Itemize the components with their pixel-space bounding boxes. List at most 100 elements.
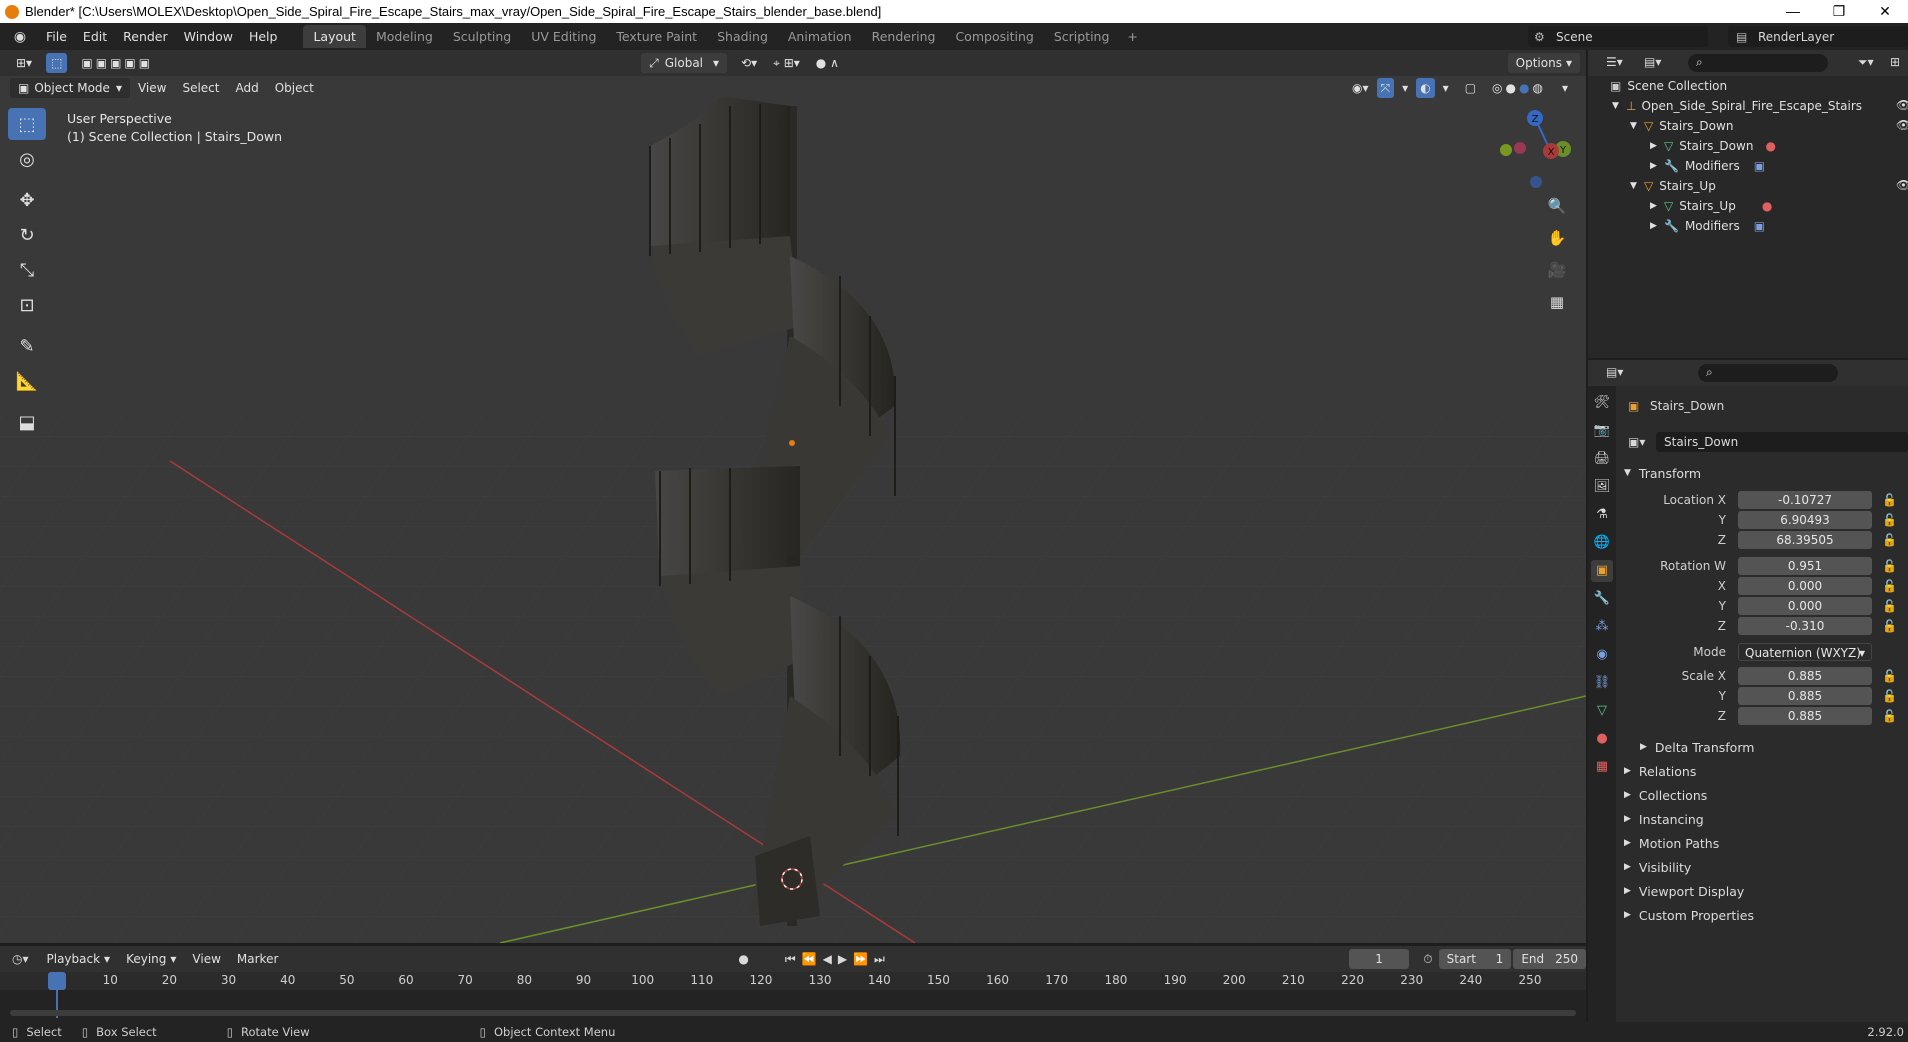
constraints-tab-icon[interactable]: ⛓ [1591, 672, 1613, 694]
tab-uv-editing[interactable]: UV Editing [521, 25, 606, 48]
panel-visibility[interactable]: ▶ Visibility [1624, 856, 1691, 878]
tab-compositing[interactable]: Compositing [945, 25, 1043, 48]
particles-tab-icon[interactable]: ⁂ [1591, 616, 1613, 638]
location-y-field[interactable]: 6.90493 [1738, 511, 1872, 529]
rotation-x-field[interactable]: 0.000 [1738, 577, 1872, 595]
add-workspace-icon[interactable]: + [1119, 25, 1145, 48]
snap-icon[interactable]: ⌖ ⊞▾ [765, 53, 808, 73]
minimize-icon[interactable]: — [1770, 3, 1816, 20]
panel-custom-properties[interactable]: ▶ Custom Properties [1624, 904, 1754, 926]
tab-scripting[interactable]: Scripting [1044, 25, 1120, 48]
render-layer-selector[interactable]: ▤ RenderLayer [1728, 26, 1908, 47]
rotation-w-field[interactable]: 0.951 [1738, 557, 1872, 575]
move-icon[interactable]: ✥ [8, 184, 46, 216]
modifier-tab-icon[interactable]: 🔧 [1591, 588, 1613, 610]
xray-icon[interactable]: ▢ [1457, 78, 1484, 98]
tool-tab-icon[interactable]: 🛠 [1591, 392, 1613, 414]
menu-render[interactable]: Render [115, 29, 176, 44]
keying-menu[interactable]: Keying ▾ [118, 949, 184, 969]
record-icon[interactable]: ● [738, 952, 748, 966]
scale-x-field[interactable]: 0.885 [1738, 667, 1872, 685]
chevron-down-icon[interactable]: ▾ [1435, 78, 1457, 98]
select-box-icon[interactable]: ⬚ [8, 108, 46, 140]
lock-icon[interactable]: 🔓 [1882, 579, 1897, 593]
ortho-grid-icon[interactable]: ▦ [1545, 290, 1569, 314]
lock-icon[interactable]: 🔓 [1882, 559, 1897, 573]
rotation-z-field[interactable]: -0.310 [1738, 617, 1872, 635]
tab-layout[interactable]: Layout [303, 25, 366, 48]
outliner-item[interactable]: ▼ ⊥ Open_Side_Spiral_Fire_Escape_Stairs [1612, 96, 1862, 116]
lock-icon[interactable]: 🔓 [1882, 599, 1897, 613]
outliner-item[interactable]: ▶ ▽ Stairs_Up ● [1650, 196, 1772, 216]
editor-type-icon[interactable]: ⊞▾ [8, 53, 40, 73]
outliner-item[interactable]: ▼ ▽ Stairs_Down [1630, 116, 1733, 136]
tab-shading[interactable]: Shading [707, 25, 778, 48]
select-tool-icon[interactable]: ⬚ [46, 53, 68, 73]
start-frame-field[interactable]: Start 1 [1438, 949, 1512, 969]
annotate-icon[interactable]: ✎ [8, 330, 46, 362]
outliner-item[interactable]: ▶ ▽ Stairs_Down ● [1650, 136, 1776, 156]
rotation-mode-dropdown[interactable]: Quaternion (WXYZ) ▾ [1738, 643, 1872, 661]
outliner-editor-icon[interactable]: ☰▾ [1606, 55, 1623, 69]
view-layer-tab-icon[interactable]: 🖼 [1591, 476, 1613, 498]
object-name-field[interactable]: Stairs_Down [1656, 432, 1908, 452]
playback-menu[interactable]: Playback ▾ [39, 949, 119, 969]
properties-editor-icon[interactable]: ▤▾ [1606, 365, 1623, 379]
menu-edit[interactable]: Edit [75, 29, 115, 44]
timeline-editor-icon[interactable]: ◷▾ [12, 952, 29, 966]
lock-icon[interactable]: 🔓 [1882, 493, 1897, 507]
location-x-field[interactable]: -0.10727 [1738, 491, 1872, 509]
outliner-item[interactable]: ▶ 🔧 Modifiers ▣ [1650, 216, 1765, 236]
playback-controls-icon[interactable]: ⏮⏪◀▶⏩⏭ [785, 952, 891, 967]
proportional-edit-icon[interactable]: ● ∧ [808, 53, 847, 73]
measure-icon[interactable]: 📐 [8, 365, 46, 397]
selection-mode-icons[interactable]: ▣▣▣▣▣ [73, 53, 161, 73]
mode-dropdown[interactable]: ▣ Object Mode ▾ [10, 78, 130, 98]
material-tab-icon[interactable]: ● [1591, 728, 1613, 750]
cursor-icon[interactable]: ◎ [8, 143, 46, 175]
add-cube-icon[interactable]: ⬓ [8, 406, 46, 438]
timeline-scrollbar[interactable] [10, 1010, 1576, 1016]
viewport-menu-select[interactable]: Select [174, 78, 227, 98]
eye-icon[interactable]: 👁 [1896, 178, 1908, 192]
menu-window[interactable]: Window [176, 29, 241, 44]
delta-transform-header[interactable]: ▶ Delta Transform [1640, 736, 1754, 758]
eye-icon[interactable]: 👁 [1896, 98, 1908, 112]
lock-icon[interactable]: 🔓 [1882, 533, 1897, 547]
output-tab-icon[interactable]: 🖨 [1591, 448, 1613, 470]
lock-icon[interactable]: 🔓 [1882, 689, 1897, 703]
filter-icon[interactable]: ⏷▾ [1858, 55, 1874, 70]
options-dropdown[interactable]: Options ▾ [1507, 53, 1580, 73]
end-frame-field[interactable]: End 250 [1513, 949, 1586, 969]
scale-y-field[interactable]: 0.885 [1738, 687, 1872, 705]
stopwatch-icon[interactable]: ⏱ [1423, 952, 1432, 967]
shading-modes-icon[interactable]: ◎● ● ◍ [1484, 78, 1554, 98]
chevron-down-icon[interactable]: ▾ [1394, 78, 1416, 98]
blender-logo-icon[interactable]: ◉ [10, 29, 30, 45]
playhead[interactable] [48, 972, 66, 990]
zoom-icon[interactable]: 🔍 [1545, 194, 1569, 218]
viewport-menu-object[interactable]: Object [267, 78, 322, 98]
orientation-dropdown[interactable]: ⤢ Global ▾ [641, 53, 728, 73]
outliner-item[interactable]: ▶ 🔧 Modifiers ▣ [1650, 156, 1765, 176]
display-mode-icon[interactable]: ▤▾ [1644, 55, 1661, 69]
current-frame-field[interactable]: 1 [1348, 949, 1410, 969]
transform-panel-header[interactable]: ▼ Transform [1624, 462, 1701, 484]
object-datablock-icon[interactable]: ▣▾ [1628, 435, 1645, 449]
outliner-search-input[interactable]: ⌕ [1688, 54, 1828, 72]
viewport-menu-add[interactable]: Add [227, 78, 266, 98]
lock-icon[interactable]: 🔓 [1882, 709, 1897, 723]
object-tab-icon[interactable]: ▣ [1591, 560, 1613, 582]
physics-tab-icon[interactable]: ◉ [1591, 644, 1613, 666]
timeline-area[interactable]: 1102030405060708090100110120130140150160… [0, 972, 1586, 1022]
texture-tab-icon[interactable]: ▦ [1591, 756, 1613, 778]
scene-selector[interactable]: ⚙ Scene [1528, 26, 1708, 47]
gizmo-toggle-icon[interactable]: ⤧ [1376, 78, 1395, 98]
menu-help[interactable]: Help [241, 29, 286, 44]
new-collection-icon[interactable]: ⊞ [1890, 55, 1900, 69]
3d-viewport[interactable]: Z Y X [0, 76, 1586, 943]
panel-motion-paths[interactable]: ▶ Motion Paths [1624, 832, 1719, 854]
rotation-y-field[interactable]: 0.000 [1738, 597, 1872, 615]
overlay-toggle-icon[interactable]: ◐ [1416, 78, 1435, 98]
eye-icon[interactable]: 👁 [1896, 118, 1908, 132]
